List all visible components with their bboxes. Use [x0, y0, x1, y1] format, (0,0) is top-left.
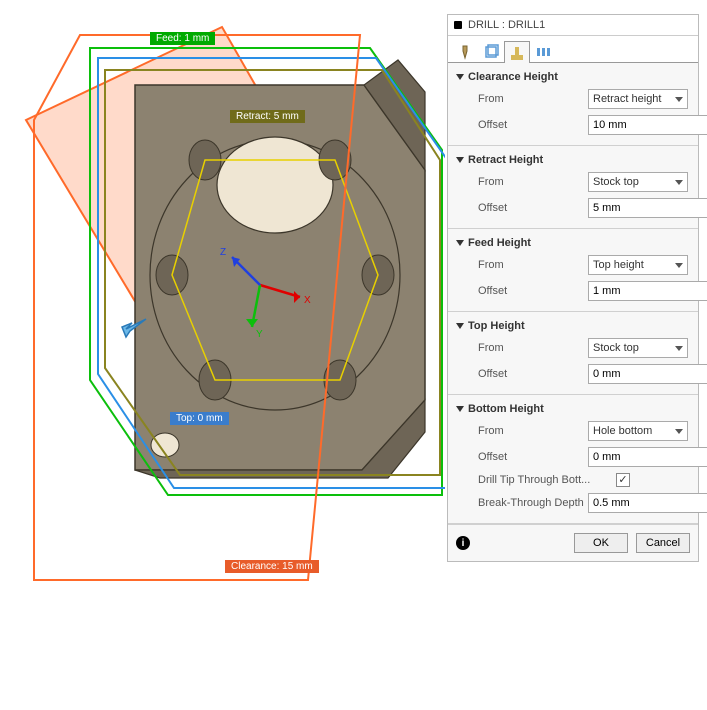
bottom-offset-label: Offset: [478, 451, 588, 463]
bottom-offset-field[interactable]: [589, 448, 707, 466]
bottom-from-select[interactable]: Hole bottom: [588, 421, 688, 441]
top-label: Top: 0 mm: [170, 412, 229, 425]
retract-offset-input[interactable]: [588, 198, 707, 218]
drill-tip-label: Drill Tip Through Bott...: [478, 474, 616, 486]
clearance-from-select[interactable]: Retract height: [588, 89, 688, 109]
tab-geometry[interactable]: [478, 40, 504, 62]
break-label: Break-Through Depth: [478, 497, 588, 509]
drag-handle-icon[interactable]: [118, 313, 152, 343]
retract-label: Retract: 5 mm: [230, 110, 305, 123]
tab-strip: [448, 36, 698, 63]
feed-from-select[interactable]: Top height: [588, 255, 688, 275]
top-title: Top Height: [468, 320, 525, 332]
retract-offset-field[interactable]: [589, 199, 707, 217]
top-from-select[interactable]: Stock top: [588, 338, 688, 358]
viewport-3d[interactable]: X Y Z Feed: 1 mm Retract: 5 mm Top: 0 mm…: [0, 0, 445, 707]
drill-properties-panel: DRILL : DRILL1 Clearance Height From Ret…: [447, 14, 699, 562]
chevron-down-icon: [675, 346, 683, 351]
chevron-down-icon: [675, 263, 683, 268]
cancel-button[interactable]: Cancel: [636, 533, 690, 553]
top-offset-field[interactable]: [589, 365, 707, 383]
chevron-down-icon: [456, 406, 464, 412]
center-hole: [217, 137, 333, 233]
retract-offset-label: Offset: [478, 202, 588, 214]
chevron-down-icon: [675, 429, 683, 434]
feed-title: Feed Height: [468, 237, 531, 249]
panel-title: DRILL : DRILL1: [468, 19, 545, 31]
top-from-label: From: [478, 342, 588, 354]
chevron-down-icon: [456, 74, 464, 80]
bottom-offset-input[interactable]: [588, 447, 707, 467]
bottom-title: Bottom Height: [468, 403, 544, 415]
feed-offset-field[interactable]: [589, 282, 707, 300]
drill-tip-checkbox[interactable]: [616, 473, 630, 487]
feed-offset-label: Offset: [478, 285, 588, 297]
clearance-from-label: From: [478, 93, 588, 105]
ok-button[interactable]: OK: [574, 533, 628, 553]
top-offset-label: Offset: [478, 368, 588, 380]
retract-title: Retract Height: [468, 154, 543, 166]
clearance-offset-field[interactable]: [589, 116, 707, 134]
chevron-down-icon: [675, 180, 683, 185]
retract-header[interactable]: Retract Height: [448, 146, 698, 172]
chevron-down-icon: [675, 97, 683, 102]
tab-cycle[interactable]: [530, 40, 556, 62]
tab-heights[interactable]: [504, 41, 530, 63]
model-canvas: X Y Z: [0, 0, 445, 707]
clearance-offset-input[interactable]: [588, 115, 707, 135]
bottom-header[interactable]: Bottom Height: [448, 395, 698, 421]
top-offset-input[interactable]: [588, 364, 707, 384]
feed-offset-input[interactable]: [588, 281, 707, 301]
retract-from-select[interactable]: Stock top: [588, 172, 688, 192]
bottom-from-label: From: [478, 425, 588, 437]
panel-footer: i OK Cancel: [448, 524, 698, 561]
chevron-down-icon: [456, 157, 464, 163]
chevron-down-icon: [456, 323, 464, 329]
panel-icon: [454, 21, 462, 29]
clearance-header[interactable]: Clearance Height: [448, 63, 698, 89]
info-icon[interactable]: i: [456, 536, 470, 550]
top-header[interactable]: Top Height: [448, 312, 698, 338]
chevron-down-icon: [456, 240, 464, 246]
clearance-title: Clearance Height: [468, 71, 558, 83]
feed-label: Feed: 1 mm: [150, 32, 215, 45]
tab-tool[interactable]: [452, 40, 478, 62]
retract-from-label: From: [478, 176, 588, 188]
svg-text:X: X: [304, 295, 311, 306]
svg-text:Y: Y: [256, 329, 263, 340]
clearance-offset-label: Offset: [478, 119, 588, 131]
feed-from-label: From: [478, 259, 588, 271]
clearance-label: Clearance: 15 mm: [225, 560, 319, 573]
break-through-input[interactable]: [588, 493, 707, 513]
break-through-field[interactable]: [589, 494, 707, 512]
panel-header: DRILL : DRILL1: [448, 15, 698, 36]
feed-header[interactable]: Feed Height: [448, 229, 698, 255]
svg-text:Z: Z: [220, 247, 226, 258]
